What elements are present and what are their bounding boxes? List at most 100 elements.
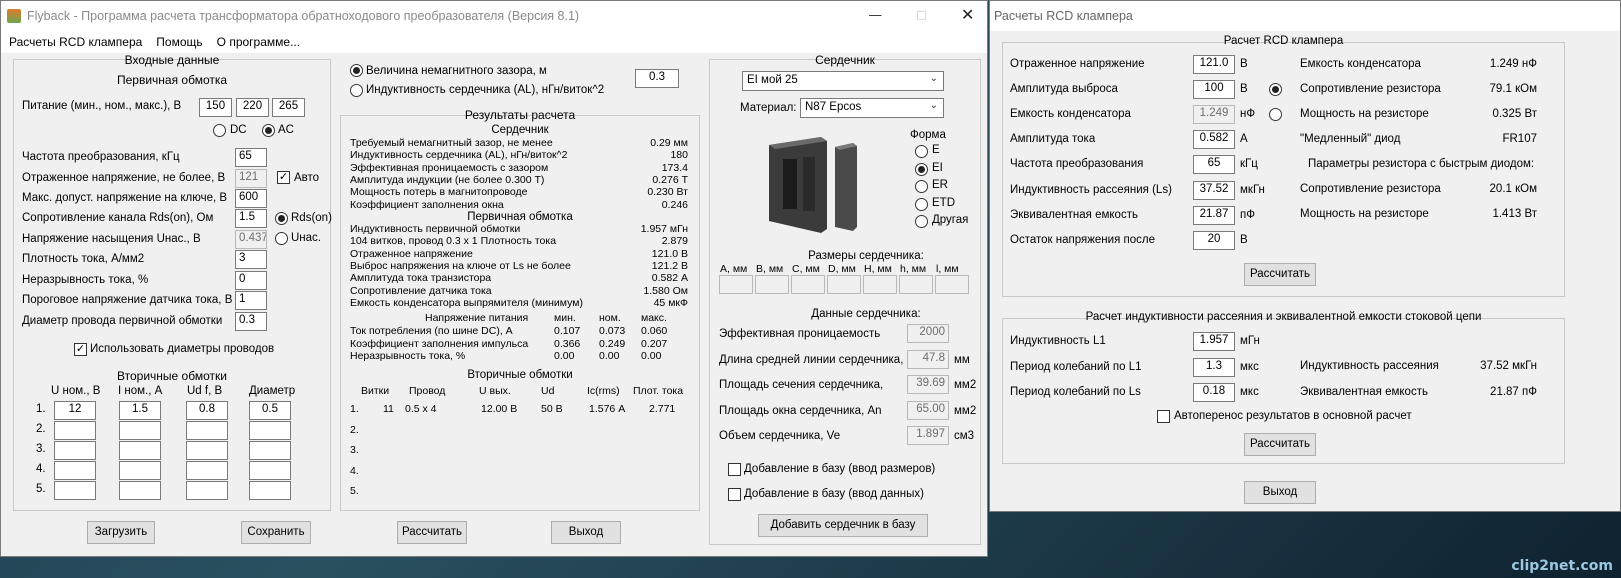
sec-row-num: 1. (36, 403, 46, 415)
rcd-input[interactable]: 21.87 (1193, 205, 1235, 225)
rds-radio[interactable] (275, 212, 288, 225)
sec-input[interactable] (119, 481, 161, 500)
supply-nom-input[interactable]: 220 (236, 98, 269, 117)
dim-input[interactable] (719, 275, 753, 294)
save-button[interactable]: Сохранить (241, 521, 311, 544)
usat-input[interactable]: 0.437 (235, 230, 267, 249)
sec-input[interactable] (119, 461, 161, 480)
rcd-calc-button[interactable]: Рассчитать (1244, 263, 1316, 286)
close-icon[interactable]: ✕ (961, 5, 974, 25)
supply-result-value: 0.00 (641, 350, 662, 362)
j-input[interactable]: 3 (235, 250, 267, 269)
rcd-input[interactable]: 1.249 (1193, 105, 1235, 125)
rds-input[interactable]: 1.5 (235, 209, 267, 228)
dim-input[interactable] (899, 275, 933, 294)
dim-input[interactable] (791, 275, 825, 294)
core-image (769, 137, 857, 233)
sec-input[interactable]: 1.5 (119, 401, 161, 420)
sec-input[interactable] (119, 441, 161, 460)
rcd-input[interactable]: 37.52 (1193, 180, 1235, 200)
rcd-window-title: Расчеты RCD клампера (994, 9, 1133, 23)
leak-calc-button[interactable]: Рассчитать (1244, 433, 1316, 456)
form-radio-label: EI (932, 161, 943, 174)
rcd-input[interactable]: 65 (1193, 155, 1235, 175)
sec-input[interactable] (54, 461, 96, 480)
menu-about[interactable]: О программе... (209, 35, 306, 49)
leak-input[interactable]: 1.957 (1193, 332, 1235, 351)
sec-input[interactable] (186, 481, 228, 500)
menu-rcd[interactable]: Расчеты RCD клампера (1, 35, 148, 49)
sec-input[interactable] (119, 421, 161, 440)
use-wire-checkbox[interactable]: ✓ (74, 343, 87, 356)
gap-input[interactable]: 0.3 (635, 69, 679, 88)
dim-input[interactable] (827, 275, 861, 294)
sec-input[interactable]: 12 (54, 401, 96, 420)
exit-button[interactable]: Выход (551, 521, 621, 544)
refl-input[interactable]: 121 (235, 169, 267, 188)
load-button[interactable]: Загрузить (87, 521, 155, 544)
supply-min-input[interactable]: 150 (199, 98, 232, 117)
cont-input[interactable]: 0 (235, 271, 267, 290)
auto-checkbox[interactable]: ✓ (277, 171, 290, 184)
sec-input[interactable] (186, 421, 228, 440)
form-radio[interactable] (915, 215, 928, 228)
power-radio[interactable] (1269, 108, 1282, 121)
rcd-label: Емкость конденсатора (1010, 108, 1131, 121)
leak-group-title: Расчет индуктивности рассеяния и эквивал… (1085, 311, 1482, 323)
sec-input[interactable] (54, 421, 96, 440)
rcd-input[interactable]: 121.0 (1193, 55, 1235, 74)
core-data-input[interactable]: 2000 (907, 324, 949, 343)
dim-input[interactable] (935, 275, 969, 294)
core-select[interactable]: EI мой 25 ⌄ (742, 71, 944, 91)
calc-button[interactable]: Рассчитать (397, 521, 467, 544)
rcd-input[interactable]: 20 (1193, 230, 1235, 250)
freq-input[interactable]: 65 (235, 148, 267, 167)
sec-input[interactable]: 0.5 (249, 401, 291, 420)
dim-input[interactable] (863, 275, 897, 294)
form-radio[interactable] (915, 180, 928, 193)
add-dims-checkbox[interactable] (728, 463, 741, 476)
sec-input[interactable] (186, 461, 228, 480)
dc-radio[interactable] (213, 124, 226, 137)
usat-radio[interactable] (275, 232, 288, 245)
form-radio[interactable] (915, 197, 928, 211)
core-data-input[interactable]: 39.69 (907, 375, 949, 394)
sec-input[interactable] (54, 441, 96, 460)
sec-input[interactable] (249, 481, 291, 500)
rcd-input[interactable]: 100 (1193, 80, 1235, 100)
core-data-input[interactable]: 47.8 (907, 349, 949, 369)
gap-radio[interactable] (350, 64, 363, 77)
sec-input[interactable] (54, 481, 96, 500)
leak-input[interactable]: 0.18 (1193, 383, 1235, 402)
autotransfer-checkbox[interactable] (1157, 410, 1170, 423)
leak-input[interactable]: 1.3 (1193, 357, 1235, 377)
minimize-icon[interactable]: — (869, 8, 882, 22)
wire-input[interactable]: 0.3 (235, 312, 267, 331)
sec-input[interactable] (249, 441, 291, 460)
main-titlebar: Flyback - Программа расчета трансформато… (1, 1, 987, 31)
sec-input[interactable]: 0.8 (186, 401, 228, 420)
sense-input[interactable]: 1 (235, 291, 267, 310)
rcd-input[interactable]: 0.582 (1193, 130, 1235, 150)
core-data-input[interactable]: 1.897 (907, 426, 949, 445)
sec-input[interactable] (186, 441, 228, 460)
form-radio[interactable] (915, 162, 928, 176)
core-data-label: Площадь сечения сердечника, (719, 379, 884, 391)
rcd-exit-button[interactable]: Выход (1244, 481, 1316, 504)
dim-input[interactable] (755, 275, 789, 294)
rcd-label: Амплитуда выброса (1010, 83, 1118, 96)
material-select[interactable]: N87 Epcos ⌄ (800, 98, 944, 118)
sec-input[interactable] (249, 421, 291, 440)
maximize-icon[interactable]: ☐ (916, 8, 927, 23)
add-data-checkbox[interactable] (728, 488, 741, 501)
vmax-input[interactable]: 600 (235, 189, 267, 208)
supply-max-input[interactable]: 265 (272, 98, 305, 117)
ac-radio[interactable] (262, 124, 275, 137)
form-radio[interactable] (915, 145, 928, 158)
resistor-radio[interactable] (1269, 83, 1282, 96)
al-radio[interactable] (350, 84, 363, 97)
core-data-input[interactable]: 65.00 (907, 400, 949, 420)
menu-help[interactable]: Помощь (148, 35, 208, 49)
add-core-button[interactable]: Добавить сердечник в базу (758, 514, 928, 537)
sec-input[interactable] (249, 461, 291, 480)
